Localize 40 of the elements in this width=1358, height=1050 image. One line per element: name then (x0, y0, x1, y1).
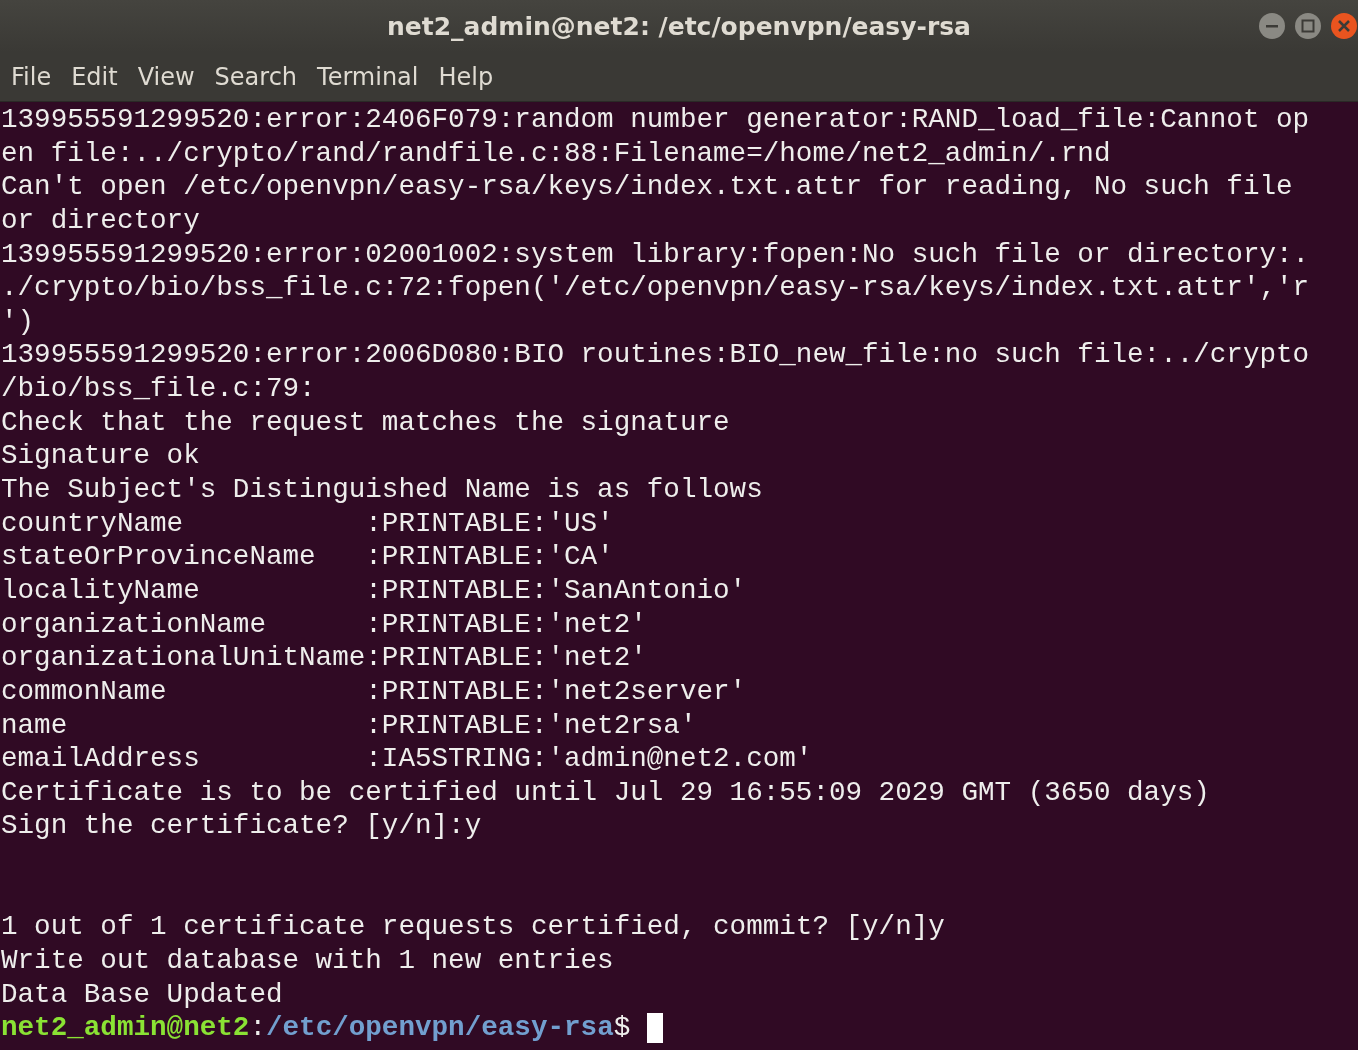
terminal-line: Signature ok (1, 439, 200, 474)
prompt-symbol: $ (613, 1011, 631, 1045)
terminal-line: Write out database with 1 new entries (1, 944, 614, 978)
terminal-line: organizationalUnitName:PRINTABLE:'net2' (1, 641, 647, 675)
terminal-line: localityName :PRINTABLE:'SanAntonio' (1, 573, 747, 608)
terminal-line: 139955591299520:error:02001002:system library:fopen:No such file or directory:. (1, 237, 1310, 272)
prompt-path: /etc/openvpn/easy-rsa (265, 1011, 614, 1045)
terminal-line: name :PRINTABLE:'net2rsa' (1, 708, 697, 743)
terminal-line: stateOrProvinceName :PRINTABLE:'CA' (1, 540, 614, 574)
minimize-icon[interactable] (1258, 12, 1286, 40)
terminal-line: The Subject's Distinguished Name is as follows (1, 473, 763, 507)
terminal-line: emailAddress :IA5STRING:'admin@net2.com' (1, 742, 813, 776)
terminal-line: countryName :PRINTABLE:'US' (1, 506, 614, 541)
terminal-line: ./crypto/bio/bss_file.c:72:fopen('/etc/openvpn/easy-rsa/keys/index.txt.attr','r (1, 271, 1310, 305)
terminal-line: or directory (1, 203, 200, 238)
terminal-line: /bio/bss_file.c:79: (1, 372, 316, 406)
menu-item[interactable]: File (2, 58, 61, 95)
terminal-line: commonName :PRINTABLE:'net2server' (1, 674, 747, 709)
terminal-line: 139955591299520:error:2006D080:BIO routines:BIO_new_file:no such file:../crypto (1, 338, 1310, 373)
terminal-line: Certificate is to be certified until Jul 29 16:55:09 2029 GMT (3650 days) (1, 775, 1210, 810)
terminal-line: Can't open /etc/openvpn/easy-rsa/keys/index.txt.attr for reading, No such file (1, 170, 1293, 204)
terminal-line: 1 out of 1 certificate requests certified, commit? [y/n]y (1, 910, 945, 944)
terminal-line: ') (1, 304, 35, 339)
prompt-separator: : (249, 1011, 266, 1045)
menu-item[interactable]: Terminal (308, 58, 428, 95)
maximize-icon[interactable] (1294, 12, 1322, 40)
terminal-line: Sign the certificate? [y/n]:y (1, 809, 482, 844)
terminal-line: Check that the request matches the signature (1, 405, 730, 440)
terminal-line: 139955591299520:error:2406F079:random number generator:RAND_load_file:Cannot op (1, 103, 1310, 137)
close-icon[interactable] (1330, 12, 1358, 40)
terminal-line: organizationName :PRINTABLE:'net2' (1, 607, 647, 642)
menu-item[interactable]: Edit (62, 58, 127, 95)
prompt-user: net2_admin@net2 (1, 1011, 250, 1045)
terminal-line: en file:../crypto/rand/randfile.c:88:Filename=/home/net2_admin/.rnd (1, 136, 1111, 171)
menu-item[interactable]: Help (429, 58, 503, 95)
menu-item[interactable]: View (128, 58, 204, 95)
window-title: net2_admin@net2: /etc/openvpn/easy-rsa (387, 11, 971, 41)
menu-item[interactable]: Search (205, 58, 307, 95)
text-cursor (647, 1013, 664, 1044)
terminal-line: Data Base Updated (1, 977, 283, 1012)
